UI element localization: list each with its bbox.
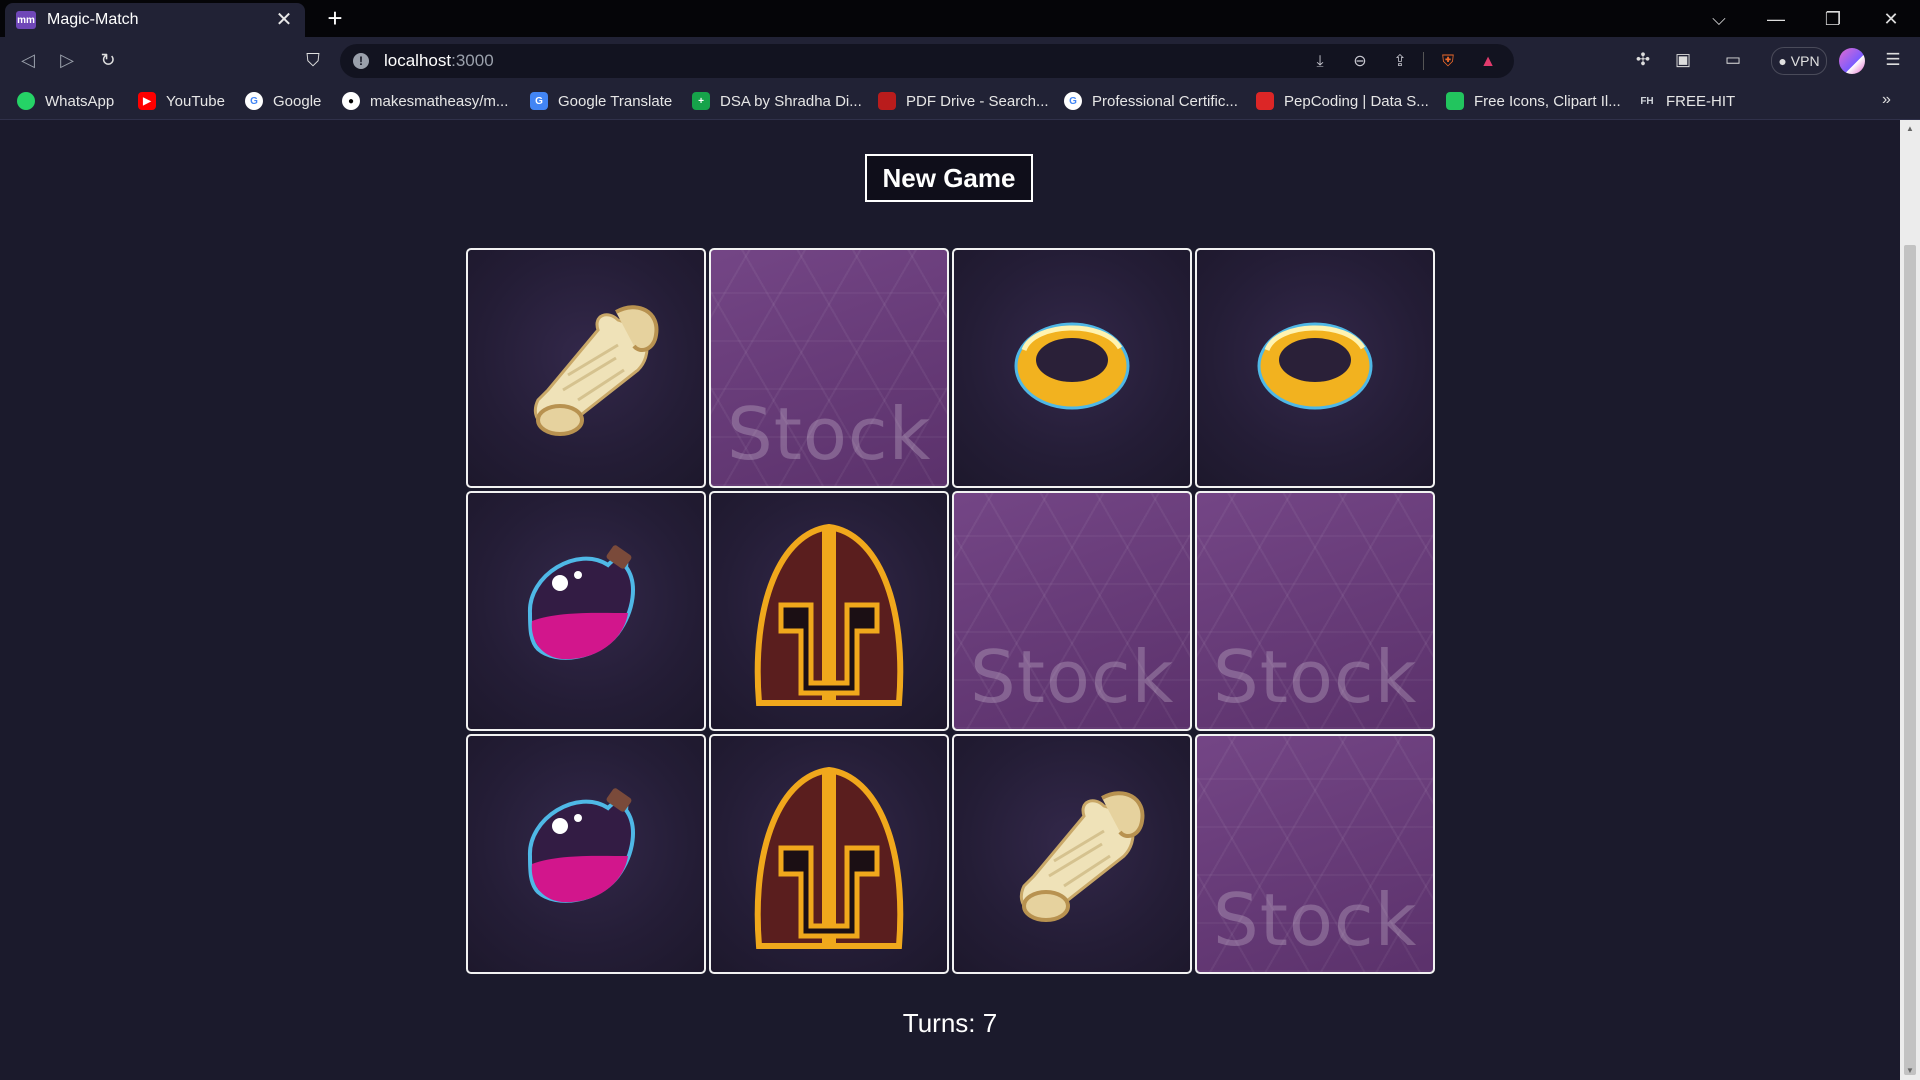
google-icon: G (245, 92, 263, 110)
forward-icon[interactable]: ▷ (53, 46, 81, 74)
more-bookmarks-icon[interactable]: » (1882, 91, 1891, 109)
memory-card[interactable]: Stock (1195, 491, 1435, 731)
card-back-watermark: Stock (727, 392, 932, 476)
bookmark-google[interactable]: G Google (245, 90, 321, 112)
minimize-icon[interactable]: — (1761, 4, 1791, 34)
browser-toolbar: ◁ ▷ ↻ ⛉ ! localhost:3000 ⤓ ⊖ ⇪ ⛨ ▲ ✣ ▣ ▭… (0, 37, 1920, 83)
bookmark-pdf-drive[interactable]: PDF Drive - Search... (878, 90, 1049, 112)
memory-card[interactable]: Stock (709, 248, 949, 488)
potion-icon (527, 788, 635, 903)
bookmark-icon[interactable]: ⛉ (299, 46, 327, 74)
memory-card[interactable]: Stock (1195, 734, 1435, 974)
brave-shield-icon[interactable]: ⛨ (1436, 50, 1460, 74)
profile-avatar[interactable] (1839, 48, 1865, 74)
reload-icon[interactable]: ↻ (94, 46, 122, 74)
share-icon[interactable]: ⇪ (1388, 50, 1412, 74)
site-info-icon[interactable]: ! (353, 53, 369, 69)
bookmark-google-translate[interactable]: G Google Translate (530, 90, 672, 112)
helmet-icon (754, 523, 904, 706)
browser-tab[interactable]: mm Magic-Match ✕ (5, 3, 305, 37)
github-icon: ● (342, 92, 360, 110)
fh-icon: FH (1640, 95, 1654, 107)
scroll-up-icon[interactable]: ▲ (1905, 124, 1915, 134)
whatsapp-icon (17, 92, 35, 110)
scrollbar-thumb[interactable] (1904, 245, 1916, 1075)
memory-card[interactable] (1195, 248, 1435, 488)
bookmark-free-icons[interactable]: Free Icons, Clipart Il... (1446, 90, 1621, 112)
close-window-icon[interactable]: ✕ (1876, 4, 1906, 34)
vpn-button[interactable]: ● VPN (1771, 47, 1827, 75)
translate-icon: G (530, 92, 548, 110)
address-bar[interactable]: ! localhost:3000 ⤓ ⊖ ⇪ ⛨ ▲ (340, 44, 1514, 78)
new-game-button[interactable]: New Game (865, 154, 1033, 202)
card-back-watermark: Stock (1213, 635, 1418, 719)
new-tab-icon[interactable]: + (320, 3, 350, 33)
icons-icon (1446, 92, 1464, 110)
back-icon[interactable]: ◁ (14, 46, 42, 74)
brave-rewards-icon[interactable]: ▲ (1476, 50, 1500, 74)
ring-icon (1014, 322, 1130, 410)
url-text[interactable]: localhost:3000 (384, 51, 494, 71)
memory-card[interactable] (466, 248, 706, 488)
ring-icon (1257, 322, 1373, 410)
tab-strip: mm Magic-Match ✕ + ⌵ — ❐ ✕ (0, 0, 1920, 37)
turns-counter: Turns: 7 (902, 1008, 998, 1038)
card-grid: Stock Stock Stock Stock (466, 248, 1435, 974)
bookmark-github[interactable]: ● makesmatheasy/m... (342, 90, 508, 112)
install-icon[interactable]: ⤓ (1308, 50, 1332, 74)
bookmark-dsa[interactable]: + DSA by Shradha Di... (692, 90, 862, 112)
memory-card[interactable] (952, 248, 1192, 488)
bookmarks-bar: WhatsApp ▶ YouTube G Google ● makesmatheasy… (0, 83, 1920, 120)
scroll-icon (1019, 791, 1145, 922)
google-icon: G (1064, 92, 1082, 110)
page-scrollbar[interactable]: ▲ ▼ (1900, 120, 1920, 1080)
memory-card[interactable]: Stock (952, 491, 1192, 731)
wallet-icon[interactable]: ▭ (1720, 47, 1746, 73)
pepcoding-icon (1256, 92, 1274, 110)
tab-favicon: mm (16, 11, 36, 29)
memory-card[interactable] (466, 734, 706, 974)
potion-icon (527, 545, 635, 660)
close-tab-icon[interactable]: ✕ (273, 9, 295, 31)
omnibox-divider (1423, 52, 1424, 70)
sidebar-icon[interactable]: ▣ (1670, 47, 1696, 73)
bookmark-professional-cert[interactable]: G Professional Certific... (1064, 90, 1238, 112)
memory-card[interactable] (952, 734, 1192, 974)
card-back-watermark: Stock (1213, 878, 1418, 962)
memory-card[interactable] (709, 734, 949, 974)
tab-title: Magic-Match (47, 11, 139, 28)
bookmark-whatsapp[interactable]: WhatsApp (17, 90, 114, 112)
card-back-watermark: Stock (970, 635, 1175, 719)
youtube-icon: ▶ (138, 92, 156, 110)
menu-icon[interactable]: ☰ (1880, 47, 1906, 73)
memory-card[interactable] (709, 491, 949, 731)
scroll-icon (533, 305, 659, 436)
restore-icon[interactable]: ❐ (1818, 4, 1848, 34)
bookmark-free-hit[interactable]: FH FREE-HIT (1638, 90, 1735, 112)
extensions-icon[interactable]: ✣ (1630, 47, 1656, 73)
bookmark-youtube[interactable]: ▶ YouTube (138, 90, 225, 112)
plus-icon: + (692, 92, 710, 110)
memory-card[interactable] (466, 491, 706, 731)
zoom-icon[interactable]: ⊖ (1348, 50, 1372, 74)
pdf-icon (878, 92, 896, 110)
scroll-down-icon[interactable]: ▼ (1905, 1066, 1915, 1076)
helmet-icon (754, 766, 904, 949)
tab-search-icon[interactable]: ⌵ (1704, 4, 1734, 34)
bookmark-pepcoding[interactable]: PepCoding | Data S... (1256, 90, 1429, 112)
